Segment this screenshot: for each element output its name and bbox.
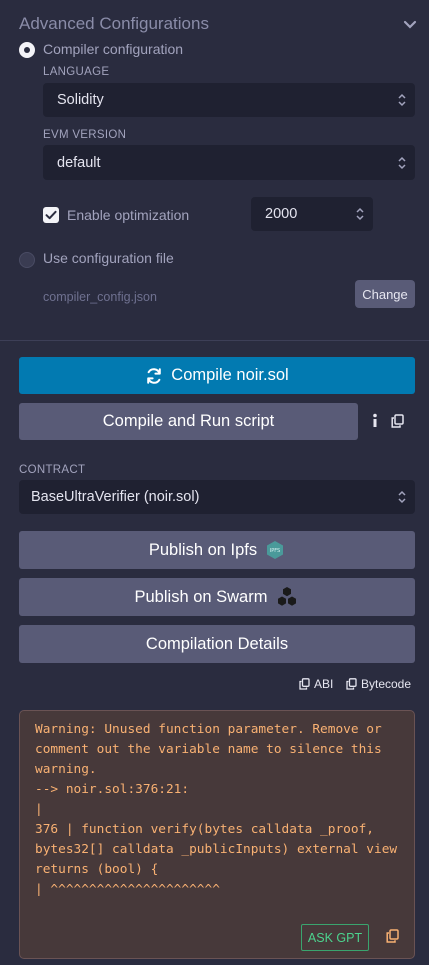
optimization-runs-value: 2000 <box>265 206 298 222</box>
copy-abi-label: ABI <box>314 677 334 691</box>
language-label: LANGUAGE <box>43 66 110 78</box>
publish-swarm-label: Publish on Swarm <box>134 587 268 606</box>
publish-ipfs-button[interactable]: Publish on Ipfs IPFS <box>19 531 415 569</box>
evm-version-label: EVM VERSION <box>43 129 127 141</box>
ipfs-logo-icon: IPFS <box>267 541 284 559</box>
enable-optimization-label: Enable optimization <box>67 207 190 223</box>
copy-bytecode-button[interactable]: Bytecode <box>346 677 411 691</box>
contract-select[interactable]: BaseUltraVerifier (noir.sol) <box>19 480 415 514</box>
copy-bytecode-label: Bytecode <box>361 677 412 691</box>
compilation-details-label: Compilation Details <box>145 634 289 653</box>
ask-gpt-button[interactable]: ASK GPT <box>301 924 369 951</box>
use-config-file-radio[interactable] <box>19 252 35 268</box>
sync-icon <box>147 367 162 384</box>
ipfs-badge-text: IPFS <box>270 548 280 554</box>
divider <box>0 340 429 341</box>
swarm-logo-icon <box>278 587 297 606</box>
checkmark-icon <box>45 210 57 220</box>
copy-icon[interactable] <box>386 929 399 943</box>
compiler-config-label: Compiler configuration <box>43 41 184 57</box>
compile-button[interactable]: Compile noir.sol <box>19 357 415 394</box>
contract-value: BaseUltraVerifier (noir.sol) <box>31 489 200 505</box>
warning-message-box: Warning: Unused function parameter. Remo… <box>19 710 415 959</box>
copy-icon[interactable] <box>391 414 404 428</box>
stepper-arrows-icon[interactable] <box>356 207 364 221</box>
publish-swarm-button[interactable]: Publish on Swarm <box>19 578 415 616</box>
contract-label: CONTRACT <box>19 464 86 476</box>
change-config-button[interactable]: Change <box>355 280 415 308</box>
language-value: Solidity <box>57 92 104 108</box>
optimization-runs-input[interactable]: 2000 <box>251 197 373 231</box>
language-select[interactable]: Solidity <box>43 83 415 117</box>
use-config-file-label: Use configuration file <box>43 250 174 266</box>
compilation-details-button[interactable]: Compilation Details <box>19 625 415 663</box>
chevron-down-icon[interactable] <box>403 18 417 32</box>
publish-ipfs-label: Publish on Ipfs <box>148 540 258 559</box>
compile-button-label: Compile noir.sol <box>171 366 289 384</box>
copy-icon <box>299 678 310 690</box>
compiler-config-radio[interactable] <box>19 42 35 58</box>
copy-abi-button[interactable]: ABI <box>299 677 333 691</box>
advanced-configurations-title[interactable]: Advanced Configurations <box>19 14 209 34</box>
copy-icon <box>346 678 357 690</box>
enable-optimization-checkbox[interactable] <box>43 207 59 223</box>
select-arrows-icon <box>398 93 406 107</box>
warning-text: Warning: Unused function parameter. Remo… <box>35 722 398 897</box>
select-arrows-icon <box>398 490 406 504</box>
compile-run-script-button[interactable]: Compile and Run script <box>19 403 358 440</box>
evm-version-value: default <box>57 154 101 171</box>
info-icon[interactable] <box>371 413 379 429</box>
compile-run-script-label: Compile and Run script <box>102 412 275 430</box>
select-arrows-icon <box>398 156 406 169</box>
evm-version-select[interactable]: default <box>43 145 415 180</box>
config-file-name: compiler_config.json <box>43 290 157 304</box>
